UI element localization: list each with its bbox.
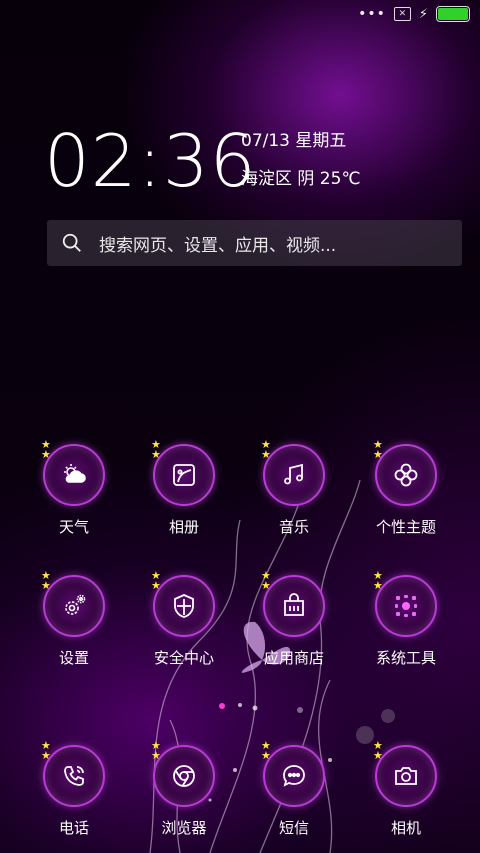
sparkle-icon: ★ ★	[261, 739, 271, 762]
app-label: 天气	[58, 518, 89, 536]
app-label: 短信	[278, 819, 309, 837]
system-tools-icon	[395, 595, 417, 617]
phone-icon	[64, 766, 84, 786]
app-settings[interactable]: ★ ★ 设置	[24, 570, 124, 668]
app-label: 个性主题	[375, 518, 436, 536]
app-icon-ring: ★ ★	[373, 570, 437, 637]
app-weather[interactable]: ★ ★ 天气	[24, 439, 124, 537]
sparkle-icon: ★ ★	[151, 569, 161, 592]
app-camera[interactable]: ★ ★ 相机	[356, 740, 456, 838]
app-label: 电话	[58, 819, 89, 837]
app-system-tools[interactable]: ★ ★ 系统工具	[356, 570, 456, 668]
sparkle-icon: ★ ★	[373, 569, 383, 592]
messages-icon	[283, 765, 305, 787]
app-label: 安全中心	[153, 649, 214, 667]
app-icon-ring: ★ ★	[261, 740, 325, 807]
app-icon-ring: ★ ★	[373, 439, 437, 506]
app-label: 相机	[390, 819, 421, 837]
app-grid: ★ ★ 天气 ★ ★ 相册 ★ ★ 音乐 ★ ★ 个性主题 ★ ★ 设置 ★ ★…	[0, 0, 480, 853]
app-label: 应用商店	[263, 649, 324, 667]
app-label: 浏览器	[161, 819, 207, 837]
app-store-icon	[284, 593, 304, 616]
sparkle-icon: ★ ★	[261, 569, 271, 592]
app-label: 音乐	[278, 518, 309, 536]
sparkle-icon: ★ ★	[151, 438, 161, 461]
app-icon-ring: ★ ★	[151, 570, 215, 637]
app-messages[interactable]: ★ ★ 短信	[244, 740, 344, 838]
sparkle-icon: ★ ★	[373, 438, 383, 461]
weather-icon	[64, 464, 86, 483]
app-label: 系统工具	[375, 649, 436, 667]
app-themes[interactable]: ★ ★ 个性主题	[356, 439, 456, 537]
app-security[interactable]: ★ ★ 安全中心	[134, 570, 234, 668]
security-icon	[174, 594, 194, 618]
app-icon-ring: ★ ★	[151, 740, 215, 807]
sparkle-icon: ★ ★	[41, 438, 51, 461]
sparkle-icon: ★ ★	[373, 739, 383, 762]
sparkle-icon: ★ ★	[151, 739, 161, 762]
app-label: 相册	[168, 518, 199, 536]
sparkle-icon: ★ ★	[41, 569, 51, 592]
music-icon	[284, 463, 303, 485]
camera-icon	[395, 767, 417, 785]
app-icon-ring: ★ ★	[373, 740, 437, 807]
app-phone[interactable]: ★ ★ 电话	[24, 740, 124, 838]
app-browser[interactable]: ★ ★ 浏览器	[134, 740, 234, 838]
app-icon-ring: ★ ★	[261, 439, 325, 506]
sparkle-icon: ★ ★	[41, 739, 51, 762]
theme-icon	[394, 463, 418, 487]
app-label: 设置	[58, 649, 89, 667]
app-icon-ring: ★ ★	[151, 439, 215, 506]
sparkle-icon: ★ ★	[261, 438, 271, 461]
settings-icon	[65, 594, 86, 615]
app-music[interactable]: ★ ★ 音乐	[244, 439, 344, 537]
app-gallery[interactable]: ★ ★ 相册	[134, 439, 234, 537]
app-icon-ring: ★ ★	[41, 439, 105, 506]
app-icon-ring: ★ ★	[41, 740, 105, 807]
app-store[interactable]: ★ ★ 应用商店	[244, 570, 344, 668]
gallery-icon	[173, 464, 195, 486]
browser-icon	[173, 765, 195, 787]
app-icon-ring: ★ ★	[261, 570, 325, 637]
app-icon-ring: ★ ★	[41, 570, 105, 637]
